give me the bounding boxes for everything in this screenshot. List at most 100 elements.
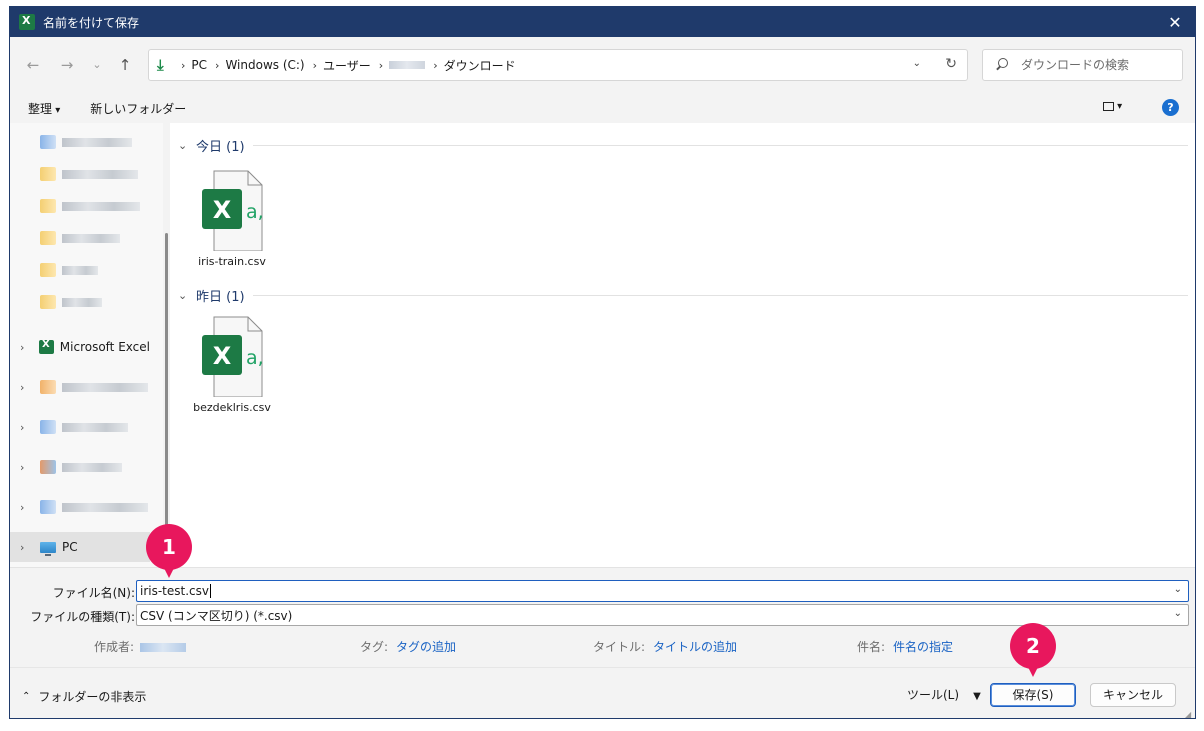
expand-chevron-icon[interactable]: › (20, 541, 32, 554)
breadcrumb-downloads[interactable]: ダウンロード (444, 57, 516, 74)
nav-item-blurred[interactable]: › (10, 372, 150, 402)
help-icon[interactable]: ? (1162, 99, 1179, 116)
chevron-down-icon[interactable]: ⌄ (1174, 584, 1182, 595)
csv-file-icon: X a, (200, 167, 264, 251)
title-label: タイトル: (593, 640, 646, 654)
folder-icon (40, 460, 56, 474)
title-link[interactable]: タイトルの追加 (653, 640, 737, 654)
organize-button[interactable]: 整理 (28, 100, 60, 117)
search-box[interactable] (982, 49, 1183, 81)
breadcrumb-pc[interactable]: PC (191, 58, 207, 72)
expand-chevron-icon[interactable]: › (20, 501, 32, 514)
blurred-label (62, 462, 122, 472)
blurred-label (62, 169, 138, 179)
nav-item-blurred[interactable] (10, 223, 150, 253)
command-bar: 整理 新しいフォルダー ▾ ? (10, 93, 1195, 123)
save-button[interactable]: 保存(S) (990, 683, 1076, 707)
save-as-dialog: 名前を付けて保存 ✕ ← → ⌄ ↑ ⤓ › PC › Windows (C:)… (9, 6, 1196, 719)
nav-scrollbar[interactable] (165, 233, 168, 529)
folder-icon (40, 167, 56, 181)
expand-chevron-icon[interactable]: › (20, 461, 32, 474)
address-bar[interactable]: ⤓ › PC › Windows (C:) › ユーザー › › ダウンロード … (148, 49, 968, 81)
breadcrumb-username-blurred[interactable] (389, 61, 426, 69)
close-button[interactable]: ✕ (1155, 7, 1195, 37)
excel-letter: X (213, 196, 232, 224)
author-field[interactable]: 作成者: (94, 638, 187, 655)
blurred-label (62, 201, 140, 211)
nav-item-blurred[interactable] (10, 255, 150, 285)
filename-input[interactable]: iris-test.csv ⌄ (136, 580, 1189, 602)
blurred-label (62, 422, 128, 432)
excel-letter: X (213, 342, 232, 370)
nav-item-blurred[interactable] (10, 287, 150, 317)
collapse-chevron-icon[interactable]: ⌄ (178, 139, 192, 152)
subject-link[interactable]: 件名の指定 (893, 640, 953, 654)
title-field[interactable]: タイトル: タイトルの追加 (593, 638, 737, 655)
resize-grip-icon[interactable]: ◢ (1185, 710, 1193, 718)
nav-item-blurred[interactable]: › (10, 452, 150, 482)
filetype-value: CSV (コンマ区切り) (*.csv) (140, 608, 293, 623)
new-folder-button[interactable]: 新しいフォルダー (90, 100, 186, 117)
search-icon (995, 58, 1009, 72)
filename-value: iris-test.csv (140, 584, 209, 598)
breadcrumb-windows-c[interactable]: Windows (C:) (225, 58, 304, 72)
tags-label: タグ: (360, 640, 389, 654)
refresh-icon[interactable]: ↻ (945, 56, 957, 72)
hide-folders-button[interactable]: ⌃ フォルダーの非表示 (22, 688, 146, 705)
filetype-row: ファイルの種類(T): CSV (コンマ区切り) (*.csv) ⌄ (10, 604, 1195, 626)
breadcrumb-separator: › (312, 58, 318, 72)
csv-mark: a, (246, 201, 264, 223)
breadcrumb-separator: › (433, 58, 438, 72)
nav-item-blurred[interactable]: › (10, 412, 150, 442)
file-list: ⌄ 今日 (1) X a, iris-train.csv ⌄ 昨日 (1) X … (170, 123, 1195, 567)
file-name: iris-train.csv (198, 255, 266, 268)
tags-field[interactable]: タグ: タグの追加 (360, 638, 456, 655)
chevron-down-icon[interactable]: ⌄ (1174, 608, 1182, 619)
blurred-label (62, 502, 148, 512)
up-button[interactable]: ↑ (114, 55, 136, 75)
nav-item-microsoft-excel[interactable]: › Microsoft Excel (10, 332, 150, 362)
recent-locations-button[interactable]: ⌄ (86, 55, 108, 75)
pc-icon (40, 541, 56, 556)
nav-item-label: Microsoft Excel (59, 340, 150, 354)
search-input[interactable] (1021, 58, 1181, 72)
expand-chevron-icon[interactable]: › (20, 341, 31, 354)
folder-icon (40, 500, 56, 514)
group-divider (252, 294, 1188, 296)
window-title: 名前を付けて保存 (43, 15, 140, 30)
excel-icon (39, 339, 54, 354)
file-item-iris-train[interactable]: X a, iris-train.csv (187, 167, 277, 268)
file-item-bezdeklris[interactable]: X a, bezdeklris.csv (187, 313, 277, 414)
expand-chevron-icon[interactable]: › (20, 381, 32, 394)
nav-item-blurred[interactable] (10, 127, 150, 157)
back-button[interactable]: ← (22, 55, 44, 75)
nav-item-blurred[interactable] (10, 159, 150, 189)
tools-menu[interactable]: ツール(L) ▼ (907, 686, 981, 703)
group-label: 昨日 (1) (196, 289, 245, 305)
author-value-blurred[interactable] (140, 643, 187, 652)
blurred-label (62, 265, 98, 275)
breadcrumb-separator: › (215, 58, 220, 72)
view-options-button[interactable]: ▾ (1103, 101, 1139, 115)
chevron-up-icon: ⌃ (22, 691, 31, 702)
text-caret (210, 584, 211, 598)
callout-badge-2: 2 (1010, 623, 1056, 677)
group-header-today[interactable]: ⌄ 今日 (1) (178, 135, 1188, 155)
tags-link[interactable]: タグの追加 (396, 640, 456, 654)
cancel-button[interactable]: キャンセル (1090, 683, 1176, 707)
nav-item-blurred[interactable] (10, 191, 150, 221)
subject-field[interactable]: 件名: 件名の指定 (857, 638, 953, 655)
tools-dropdown-icon[interactable]: ▼ (973, 691, 981, 702)
expand-chevron-icon[interactable]: › (20, 421, 32, 434)
blurred-label (62, 297, 102, 307)
collapse-chevron-icon[interactable]: ⌄ (178, 289, 192, 302)
forward-button[interactable]: → (56, 55, 78, 75)
author-label: 作成者: (94, 640, 135, 654)
nav-item-blurred[interactable]: › (10, 492, 150, 522)
folder-icon (40, 231, 56, 245)
address-dropdown-icon[interactable]: ⌄ (913, 58, 921, 69)
breadcrumb-users[interactable]: ユーザー (323, 57, 371, 74)
group-header-yesterday[interactable]: ⌄ 昨日 (1) (178, 285, 1188, 305)
nav-item-pc[interactable]: › PC (10, 532, 150, 562)
csv-file-icon: X a, (200, 313, 264, 397)
